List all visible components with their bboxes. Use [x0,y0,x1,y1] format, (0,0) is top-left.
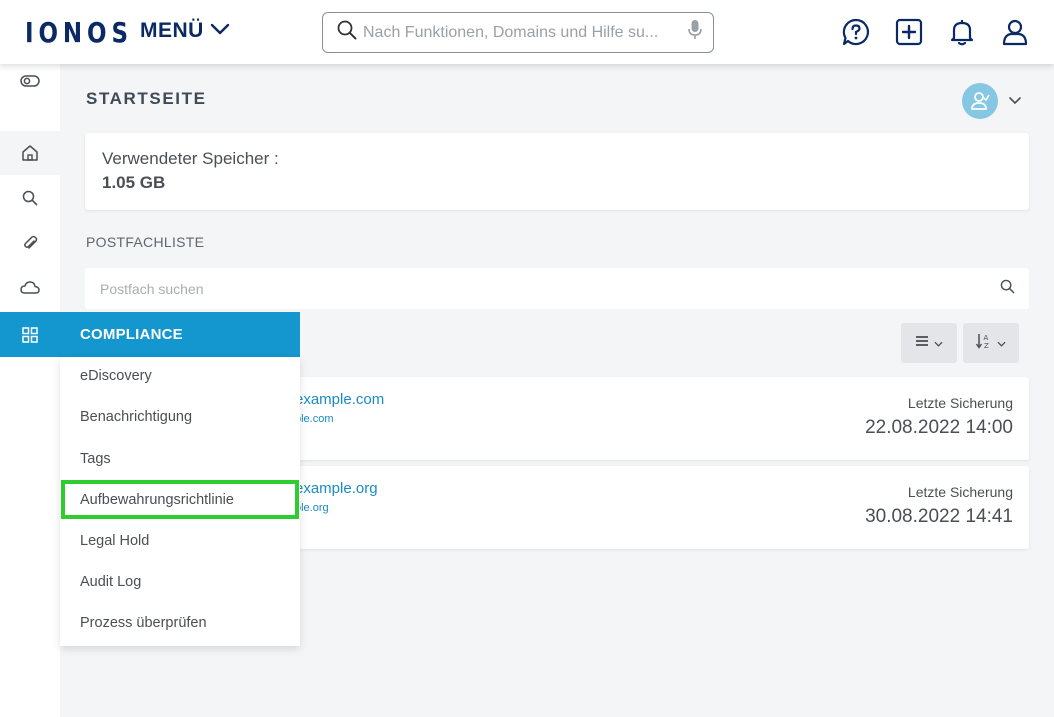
sort-az-icon: AZ [975,333,992,354]
chevron-down-icon [210,22,230,41]
microphone-icon[interactable] [687,19,703,46]
last-backup-label: Letzte Sicherung [907,395,1013,411]
menu-button[interactable]: MENÜ [140,19,230,43]
mailbox-subaddress: ple.com [295,413,334,425]
menu-item-tags[interactable]: Tags [80,451,111,467]
menu-item-ediscovery[interactable]: eDiscovery [80,368,152,384]
avatar [962,83,998,119]
chevron-down-icon [934,334,943,352]
mailbox-list-label: POSTFACHLISTE [86,234,205,250]
mailbox-address[interactable]: example.com [295,391,384,408]
mailbox-search[interactable] [85,268,1029,309]
search-icon[interactable] [1000,279,1015,299]
chevron-down-icon [1008,92,1022,110]
storage-card: Verwendeter Speicher : 1.05 GB [85,133,1029,210]
compliance-menu: eDiscovery Benachrichtigung Tags Aufbewa… [60,357,300,646]
search-icon[interactable] [0,176,60,220]
compliance-menu-header[interactable]: COMPLIANCE [0,312,300,357]
help-chat-icon[interactable] [838,14,873,49]
ionos-logo[interactable]: IONOS [25,16,133,49]
menu-label: MENÜ [140,19,204,42]
home-icon[interactable] [0,131,60,175]
top-bar: IONOS MENÜ [0,0,1054,64]
mailbox-address[interactable]: example.org [295,480,378,497]
page-title: STARTSEITE [86,89,207,108]
cloud-icon[interactable] [0,266,60,310]
last-backup-value: 30.08.2022 14:41 [865,506,1013,527]
last-backup-value: 22.08.2022 14:00 [865,417,1013,438]
svg-text:Z: Z [984,342,989,349]
left-rail [0,64,60,717]
menu-item-benachrichtigung[interactable]: Benachrichtigung [80,409,192,425]
sort-button[interactable]: AZ [963,323,1019,363]
svg-text:A: A [984,334,989,342]
compliance-title: COMPLIANCE [80,326,183,343]
user-icon[interactable] [997,14,1032,49]
mailbox-subaddress: ple.org [295,502,329,514]
global-search[interactable] [322,12,714,53]
chevron-down-icon [997,334,1006,352]
list-icon [915,334,929,352]
storage-label: Verwendeter Speicher : [102,149,279,168]
global-search-input[interactable] [363,23,687,42]
paperclip-icon[interactable] [0,221,60,265]
storage-value: 1.05 GB [102,173,166,192]
view-options-button[interactable] [901,323,957,363]
search-icon [337,20,357,45]
last-backup-label: Letzte Sicherung [907,484,1013,500]
account-switcher[interactable] [962,83,1022,119]
bell-icon[interactable] [944,14,979,49]
menu-item-legal-hold[interactable]: Legal Hold [80,533,149,549]
grid-icon [0,326,60,343]
toggle-icon[interactable] [0,64,60,98]
mailbox-search-input[interactable] [100,280,1000,297]
menu-item-audit-log[interactable]: Audit Log [80,574,141,590]
menu-item-prozess-ueberpruefen[interactable]: Prozess überprüfen [80,615,207,631]
add-icon[interactable] [891,14,926,49]
menu-item-aufbewahrungsrichtlinie[interactable]: Aufbewahrungsrichtlinie [80,492,234,508]
